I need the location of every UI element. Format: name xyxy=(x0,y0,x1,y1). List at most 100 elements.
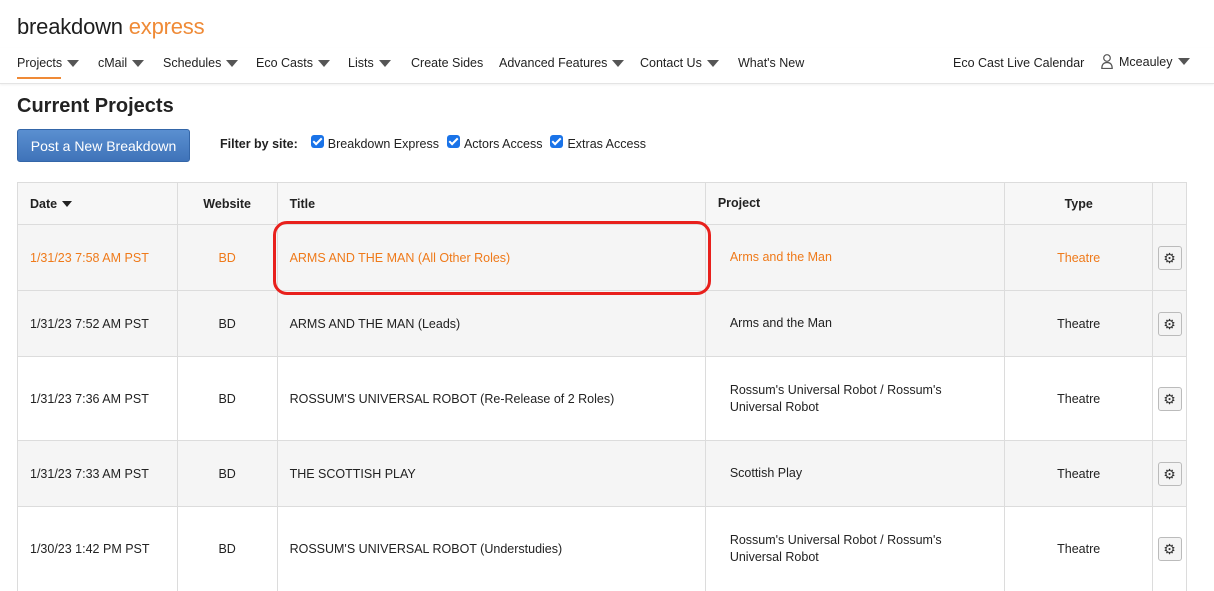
cell-actions: ⚙ xyxy=(1153,225,1186,290)
chevron-down-icon xyxy=(378,59,391,67)
cell-website: BD xyxy=(178,441,278,506)
column-header-project: Project xyxy=(706,183,1006,224)
nav-item-schedules[interactable]: Schedules xyxy=(163,56,239,70)
user-icon xyxy=(1101,54,1113,69)
nav-item-advanced-features[interactable]: Advanced Features xyxy=(499,56,625,70)
gear-icon: ⚙ xyxy=(1163,541,1176,557)
cell-date: 1/31/23 7:33 AM PST xyxy=(18,441,178,506)
nav-item-label: Advanced Features xyxy=(499,56,608,70)
row-settings-button[interactable]: ⚙ xyxy=(1157,245,1182,270)
column-header-label: Date xyxy=(30,196,58,211)
row-settings-button[interactable]: ⚙ xyxy=(1157,311,1182,336)
cell-project: Arms and the Man xyxy=(706,225,1006,290)
cell-date: 1/31/23 7:58 AM PST xyxy=(18,225,178,290)
nav-item-whats-new[interactable]: What's New xyxy=(738,56,804,70)
brand-logo[interactable]: breakdown express xyxy=(17,14,205,40)
cell-actions: ⚙ xyxy=(1153,291,1186,356)
table-row[interactable]: 1/31/23 7:52 AM PST BD ARMS AND THE MAN … xyxy=(18,291,1186,357)
row-settings-button[interactable]: ⚙ xyxy=(1157,537,1182,561)
row-settings-button[interactable]: ⚙ xyxy=(1157,461,1182,486)
cell-title-link[interactable]: THE SCOTTISH PLAY xyxy=(278,441,706,506)
chevron-down-icon xyxy=(226,59,239,67)
filter-option-label: Actors Access xyxy=(463,137,543,151)
column-header-actions xyxy=(1153,183,1186,224)
column-header-type: Type xyxy=(1005,183,1154,224)
nav-item-projects[interactable]: Projects xyxy=(17,56,80,70)
column-header-title: Title xyxy=(278,183,706,224)
filter-option-label: Extras Access xyxy=(567,137,646,151)
nav-item-eco-casts[interactable]: Eco Casts xyxy=(256,56,330,70)
user-menu[interactable]: Mceauley xyxy=(1101,54,1190,69)
cell-website: BD xyxy=(178,291,278,356)
checkbox-checked[interactable] xyxy=(310,134,324,148)
nav-item-label: Projects xyxy=(17,56,63,70)
annotation-highlight-box xyxy=(273,221,711,295)
cell-type: Theatre xyxy=(1005,225,1154,290)
site-filter: Filter by site: Breakdown Express Actors… xyxy=(220,134,654,151)
chevron-down-icon xyxy=(67,59,80,67)
cell-title-link[interactable]: ARMS AND THE MAN (Leads) xyxy=(278,291,706,356)
nav-item-cmail[interactable]: cMail xyxy=(98,56,145,70)
nav-item-label: Create Sides xyxy=(411,56,484,70)
nav-item-contact-us[interactable]: Contact Us xyxy=(640,56,719,70)
gear-icon: ⚙ xyxy=(1163,465,1176,482)
cell-website: BD xyxy=(178,507,278,591)
filter-breakdown-express[interactable]: Breakdown Express xyxy=(310,134,439,151)
cell-title-link[interactable]: ROSSUM'S UNIVERSAL ROBOT (Understudies) xyxy=(278,507,706,591)
brand-word-breakdown: breakdown xyxy=(17,14,123,39)
eco-cast-calendar-link[interactable]: Eco Cast Live Calendar xyxy=(953,56,1084,70)
checkbox-checked[interactable] xyxy=(550,134,564,148)
chevron-down-icon xyxy=(706,59,719,67)
nav-item-label: What's New xyxy=(738,56,805,70)
nav-item-label: cMail xyxy=(98,56,128,70)
filter-option-label: Breakdown Express xyxy=(327,137,439,151)
post-new-breakdown-button[interactable]: Post a New Breakdown xyxy=(17,129,190,162)
chevron-down-icon xyxy=(612,59,625,67)
cell-project: Arms and the Man xyxy=(706,291,1006,356)
nav-item-label: Lists xyxy=(348,56,374,70)
chevron-down-icon xyxy=(1177,58,1190,65)
gear-icon: ⚙ xyxy=(1163,390,1176,407)
cell-type: Theatre xyxy=(1005,291,1154,356)
cell-project: Rossum's Universal Robot / Rossum's Univ… xyxy=(706,507,1006,591)
cell-website: BD xyxy=(178,225,278,290)
user-name: Mceauley xyxy=(1119,54,1173,69)
table-row[interactable]: 1/30/23 1:42 PM PST BD ROSSUM'S UNIVERSA… xyxy=(18,507,1186,591)
table-row[interactable]: 1/31/23 7:36 AM PST BD ROSSUM'S UNIVERSA… xyxy=(18,357,1186,441)
cell-type: Theatre xyxy=(1005,357,1154,440)
table-header-row: Date Website Title Project Type xyxy=(18,183,1186,225)
filter-extras-access[interactable]: Extras Access xyxy=(550,134,646,151)
column-header-date[interactable]: Date xyxy=(18,183,178,224)
brand-word-express: express xyxy=(128,14,205,39)
cell-actions: ⚙ xyxy=(1153,357,1186,440)
nav-item-create-sides[interactable]: Create Sides xyxy=(411,56,483,70)
nav-item-lists[interactable]: Lists xyxy=(348,56,391,70)
main-nav: Projects cMail Schedules Eco Casts Lists… xyxy=(0,48,1214,84)
column-header-website: Website xyxy=(178,183,278,224)
row-settings-button[interactable]: ⚙ xyxy=(1157,386,1182,411)
calendar-link-label: Eco Cast Live Calendar xyxy=(953,56,1085,70)
nav-item-label: Contact Us xyxy=(640,56,702,70)
page-title: Current Projects xyxy=(17,95,174,117)
cell-date: 1/31/23 7:36 AM PST xyxy=(18,357,178,440)
cell-project: Rossum's Universal Robot / Rossum's Univ… xyxy=(706,357,1006,440)
chevron-down-icon xyxy=(317,59,330,67)
filter-actors-access[interactable]: Actors Access xyxy=(446,134,543,151)
cell-actions: ⚙ xyxy=(1153,507,1186,591)
cell-project: Scottish Play xyxy=(706,441,1006,506)
nav-item-label: Eco Casts xyxy=(256,56,313,70)
sort-descending-icon xyxy=(62,200,73,207)
cell-date: 1/31/23 7:52 AM PST xyxy=(18,291,178,356)
cell-type: Theatre xyxy=(1005,507,1154,591)
active-nav-underline xyxy=(17,77,61,79)
cell-actions: ⚙ xyxy=(1153,441,1186,506)
cell-website: BD xyxy=(178,357,278,440)
chevron-down-icon xyxy=(132,59,145,67)
gear-icon: ⚙ xyxy=(1163,249,1176,266)
cell-date: 1/30/23 1:42 PM PST xyxy=(18,507,178,591)
nav-item-label: Schedules xyxy=(163,56,222,70)
table-row[interactable]: 1/31/23 7:33 AM PST BD THE SCOTTISH PLAY… xyxy=(18,441,1186,507)
cell-title-link[interactable]: ROSSUM'S UNIVERSAL ROBOT (Re-Release of … xyxy=(278,357,706,440)
checkbox-checked[interactable] xyxy=(446,134,460,148)
filter-label: Filter by site: xyxy=(220,137,298,151)
